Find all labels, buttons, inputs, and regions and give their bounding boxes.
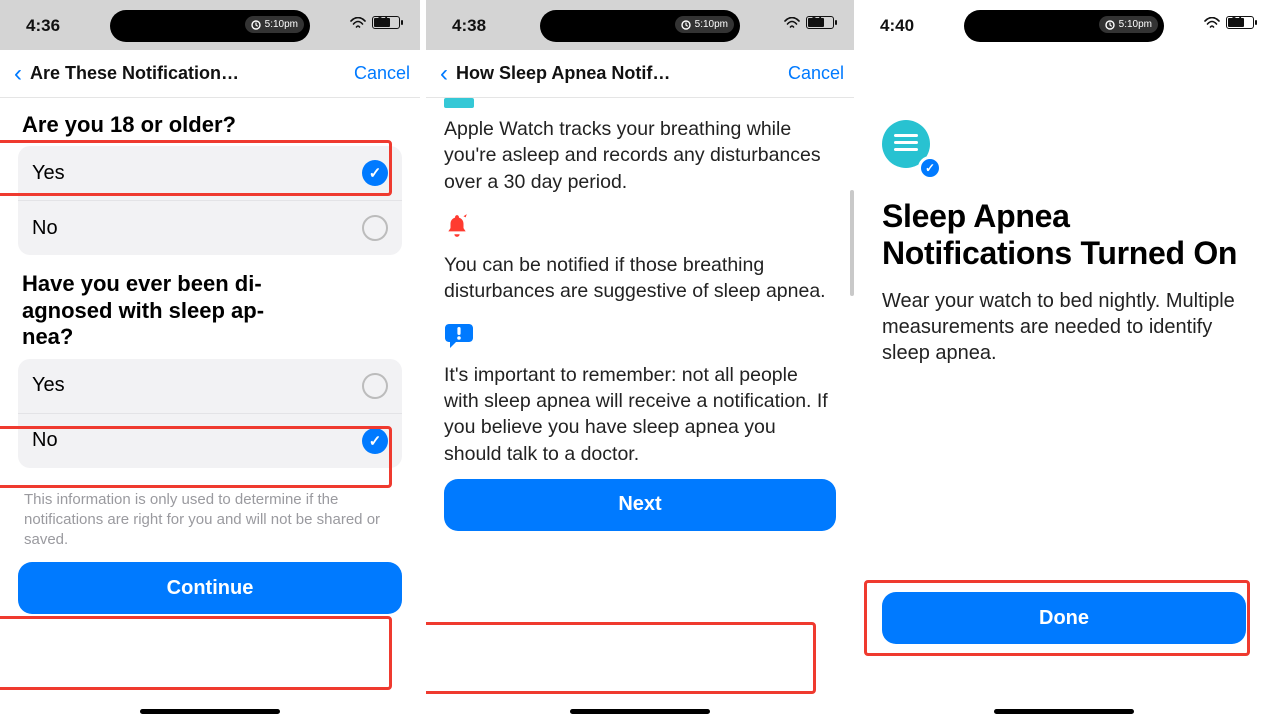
sleep-apnea-icon: ✓: [882, 120, 938, 176]
option-label: Yes: [32, 162, 65, 185]
live-activity-time: 5:10pm: [675, 16, 734, 33]
bell-icon: [444, 213, 836, 244]
live-activity-time: 5:10pm: [245, 16, 304, 33]
button-label: Done: [1039, 607, 1089, 630]
back-button[interactable]: ‹: [436, 60, 452, 88]
option-label: No: [32, 217, 58, 240]
dynamic-island: 5:10pm: [110, 10, 310, 42]
back-button[interactable]: ‹: [10, 60, 26, 88]
dynamic-island: 5:10pm: [964, 10, 1164, 42]
status-bar: 4:36 5:10pm 64: [0, 0, 420, 50]
cancel-button[interactable]: Cancel: [788, 63, 844, 84]
radio-empty-icon: [362, 373, 388, 399]
wifi-icon: [1204, 17, 1220, 29]
info-text: It's important to remember: not all peop…: [444, 362, 836, 467]
diagnosed-options: Yes No ✓: [18, 359, 402, 468]
age-option-yes[interactable]: Yes ✓: [18, 146, 402, 200]
bed-icon: [444, 98, 474, 108]
navbar: ‹ How Sleep Apnea Notif… Cancel: [426, 50, 854, 98]
highlight-box: [426, 622, 816, 694]
chat-alert-icon: [444, 323, 836, 354]
content: Apple Watch tracks your breathing while …: [426, 98, 854, 720]
confirmation-body: Wear your watch to bed nightly. Multiple…: [882, 288, 1246, 366]
wifi-icon: [784, 17, 800, 29]
nav-title: Are These Notification…: [26, 63, 354, 84]
nav-title: How Sleep Apnea Notif…: [452, 63, 788, 84]
info-block-caution: It's important to remember: not all peop…: [444, 323, 836, 467]
diagnosed-option-yes[interactable]: Yes: [18, 359, 402, 413]
age-option-no[interactable]: No: [18, 200, 402, 255]
disclaimer-text: This information is only used to determi…: [18, 484, 402, 551]
screen-eligibility: 4:36 5:10pm 64 ‹ Are These Notification……: [0, 0, 420, 720]
info-block-tracking: Apple Watch tracks your breathing while …: [444, 98, 836, 195]
status-time: 4:36: [26, 16, 60, 36]
status-bar: 4:40 5:10pm 64: [854, 0, 1274, 50]
info-text: You can be notified if those breathing d…: [444, 252, 836, 305]
status-right: 64: [350, 16, 400, 29]
navbar: ‹ Are These Notification… Cancel: [0, 50, 420, 98]
status-time: 4:38: [452, 16, 486, 36]
continue-button[interactable]: Continue: [18, 562, 402, 614]
dynamic-island: 5:10pm: [540, 10, 740, 42]
button-label: Continue: [167, 577, 254, 600]
age-options: Yes ✓ No: [18, 146, 402, 255]
live-activity-time: 5:10pm: [1099, 16, 1158, 33]
screen-how-it-works: 4:38 5:10pm 64 ‹ How Sleep Apnea Notif… …: [426, 0, 854, 720]
info-text: Apple Watch tracks your breathing while …: [444, 116, 836, 195]
status-time: 4:40: [880, 16, 914, 36]
battery-icon: 64: [1226, 16, 1254, 29]
content: Are you 18 or older? Yes ✓ No Have you e…: [0, 98, 420, 720]
home-indicator: [570, 709, 710, 714]
check-badge-icon: ✓: [918, 156, 942, 180]
wifi-icon: [350, 17, 366, 29]
option-label: No: [32, 429, 58, 452]
status-right: 64: [1204, 16, 1254, 29]
radio-empty-icon: [362, 215, 388, 241]
home-indicator: [140, 709, 280, 714]
checkmark-icon: ✓: [362, 428, 388, 454]
battery-icon: 64: [372, 16, 400, 29]
highlight-box: [0, 616, 392, 690]
question-age: Are you 18 or older?: [22, 112, 402, 138]
checkmark-icon: ✓: [362, 160, 388, 186]
confirmation-title: Sleep Apnea Notifications Turned On: [882, 198, 1246, 272]
screen-confirmation: 4:40 5:10pm 64 ✓ Sleep Apnea Notificatio…: [854, 0, 1274, 720]
info-block-notify: You can be notified if those breathing d…: [444, 213, 836, 305]
home-indicator: [994, 709, 1134, 714]
battery-icon: 64: [806, 16, 834, 29]
status-right: 64: [784, 16, 834, 29]
button-label: Next: [618, 493, 661, 516]
content: ✓ Sleep Apnea Notifications Turned On We…: [854, 50, 1274, 720]
option-label: Yes: [32, 374, 65, 397]
done-button[interactable]: Done: [882, 592, 1246, 644]
cancel-button[interactable]: Cancel: [354, 63, 410, 84]
diagnosed-option-no[interactable]: No ✓: [18, 413, 402, 468]
status-bar: 4:38 5:10pm 64: [426, 0, 854, 50]
question-diagnosed: Have you ever been di- agnosed with slee…: [22, 271, 402, 350]
next-button[interactable]: Next: [444, 479, 836, 531]
